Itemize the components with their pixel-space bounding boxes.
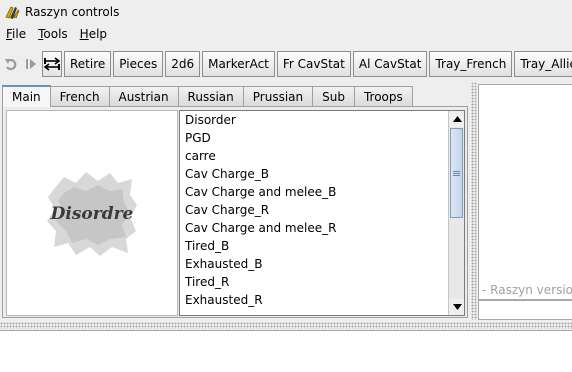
list-item[interactable]: Cav Charge_B [180,165,448,183]
toolbar: Retire Pieces 2d6 MarkerAct Fr CavStat A… [0,50,572,78]
menu-help[interactable]: Help [74,27,113,41]
menu-bar: File Tools Help [0,24,572,44]
tab-french[interactable]: French [49,86,110,107]
dice-2d6-button[interactable]: 2d6 [165,51,201,77]
pieces-button[interactable]: Pieces [113,51,164,77]
scroll-up-button[interactable] [449,111,464,127]
retire-button[interactable]: Retire [64,51,112,77]
scroll-grip-icon [453,170,460,176]
scroll-up-arrow-icon [452,116,462,122]
marker-list[interactable]: Disorder PGD carre Cav Charge_B Cav Charge a… [179,110,465,316]
swap-button[interactable] [42,51,62,77]
disorder-marker-image: Disordre [47,172,137,256]
window-title: Raszyn controls [25,5,120,19]
horizontal-split-handle[interactable] [0,322,572,329]
title-bar: Raszyn controls [0,0,572,24]
tab-content: Disordre Disorder PGD carre Cav Charge_B Cav… [2,106,468,318]
step-forward-icon [26,59,36,69]
tab-prussian[interactable]: Prussian [242,86,314,107]
list-item[interactable]: Cav Charge and melee_B [180,183,448,201]
scroll-down-button[interactable] [449,299,464,315]
undo-icon [5,58,17,71]
scroll-thumb[interactable] [450,128,463,218]
version-text: - Raszyn version [482,283,572,297]
list-item[interactable]: Disorder [180,111,448,129]
list-item[interactable]: Tired_R [180,273,448,291]
list-scrollbar[interactable] [448,111,464,315]
tray-allied-button[interactable]: Tray_Allied [514,51,572,77]
step-forward-button[interactable] [22,51,40,77]
tab-troops[interactable]: Troops [353,86,413,107]
tab-russian[interactable]: Russian [177,86,244,107]
list-item[interactable]: PGD [180,129,448,147]
al-cavstat-button[interactable]: Al CavStat [352,51,428,77]
tray-french-button[interactable]: Tray_French [429,51,513,77]
scroll-down-arrow-icon [452,304,462,310]
menu-file[interactable]: File [0,27,32,41]
list-item[interactable]: Cav Charge and melee_R [180,219,448,237]
list-item[interactable]: Exhausted_B [180,255,448,273]
list-item[interactable]: Tired_B [180,237,448,255]
vertical-split-handle[interactable] [471,82,477,320]
tab-main[interactable]: Main [2,85,51,107]
app-logo-icon [5,6,20,19]
tab-sub[interactable]: Sub [312,86,355,107]
list-item[interactable]: Exhausted_R [180,291,448,309]
piece-preview: Disordre [6,110,178,316]
fr-cavstat-button[interactable]: Fr CavStat [276,51,351,77]
tab-austrian[interactable]: Austrian [108,86,179,107]
list-item[interactable]: carre [180,147,448,165]
undo-button[interactable] [2,51,20,77]
marker-list-items: Disorder PGD carre Cav Charge_B Cav Charge a… [180,111,448,315]
tab-bar: Main French Austrian Russian Prussian Su… [2,85,413,107]
map-area[interactable] [0,330,572,372]
list-item[interactable]: Cav Charge_R [180,201,448,219]
pieces-panel: Main French Austrian Russian Prussian Su… [0,82,470,320]
disorder-marker-text: Disordre [50,204,134,224]
swap-arrows-icon [43,57,61,71]
chat-log: - Raszyn version [478,84,572,300]
menu-tools[interactable]: Tools [32,27,74,41]
chat-input[interactable] [478,300,572,320]
marker-act-button[interactable]: MarkerAct [202,51,275,77]
